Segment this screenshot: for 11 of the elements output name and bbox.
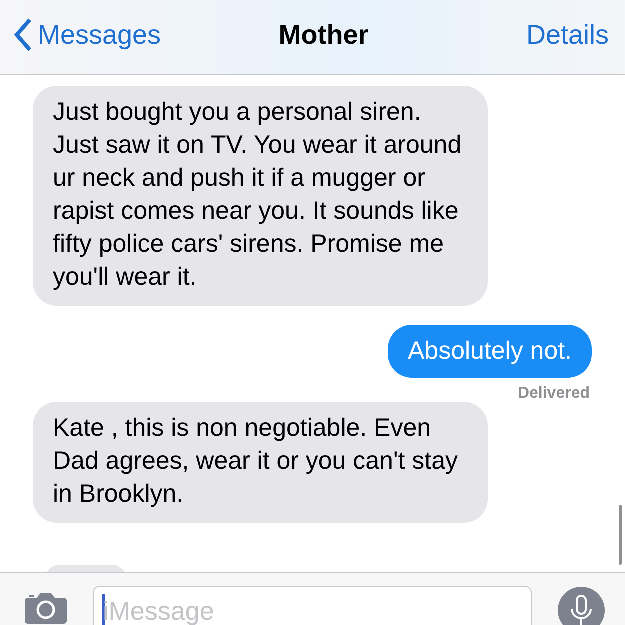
delivery-status: Delivered [518, 385, 590, 403]
received-message: Kate , this is non negotiable. Even Dad agrees, wear it or you can't stay in Brooklyn. [33, 402, 488, 523]
contact-name: Mother [278, 20, 370, 50]
chevron-left-icon [14, 18, 32, 52]
camera-icon[interactable] [25, 592, 67, 624]
details-button[interactable]: Details [526, 20, 609, 50]
back-button[interactable]: Messages [14, 18, 162, 52]
microphone-icon[interactable] [558, 587, 605, 625]
scroll-bar [619, 505, 622, 565]
received-message: Just bought you a personal siren. Just saw it on TV. You wear it around ur neck and push it if a mugger or rapist comes near you. It sounds like fifty police cars' sirens. Promise me you'll wear it. [33, 86, 488, 306]
sent-message: Absolutely not. [388, 325, 592, 378]
